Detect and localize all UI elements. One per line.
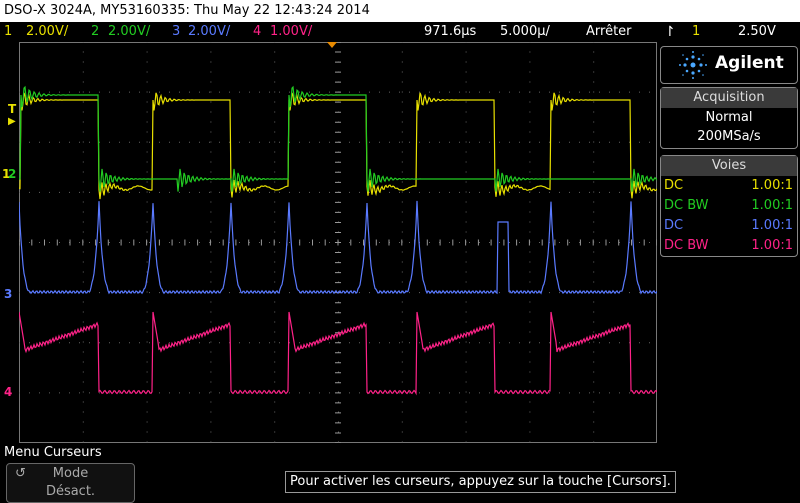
channel-coupling: DC BW [664, 238, 709, 253]
timebase[interactable]: 5.000µ/ [500, 22, 550, 42]
window-title: DSO-X 3024A, MY53160335: Thu May 22 12:4… [0, 0, 800, 22]
brand-logo: Agilent [660, 46, 798, 84]
softkey-value: Désact. [45, 484, 96, 499]
channel-coupling: DC BW [664, 198, 709, 213]
channel-row-3: DC 1.00:1 [661, 216, 797, 236]
ch3-scale[interactable]: 2.00V/ [188, 22, 230, 42]
ch2-ground-marker[interactable]: 2 [8, 168, 16, 180]
acquisition-mode: Normal [705, 110, 753, 125]
trigger-channel[interactable]: 1 [692, 22, 700, 42]
ch3-trace [19, 200, 657, 295]
time-delay[interactable]: 971.6µs [424, 22, 476, 42]
channel-probe: 1.00:1 [751, 218, 793, 233]
channel-coupling: DC [664, 218, 684, 233]
ch2-scale[interactable]: 2.00V/ [108, 22, 150, 42]
ch3-number[interactable]: 3 [172, 22, 180, 42]
waveform-display[interactable] [19, 42, 657, 443]
ch1-number[interactable]: 1 [4, 22, 12, 42]
brand-name: Agilent [715, 53, 784, 73]
sample-rate: 200MSa/s [697, 129, 761, 144]
agilent-spark-icon [679, 51, 707, 79]
trigger-edge-icon: ↾ [664, 24, 676, 40]
channel-probe: 1.00:1 [751, 178, 793, 193]
trigger-level[interactable]: 2.50V [738, 22, 776, 42]
ch3-ground-marker[interactable]: 3 [4, 288, 12, 300]
channels-panel[interactable]: Voies DC 1.00:1 DC BW 1.00:1 DC 1.00:1 D… [660, 155, 798, 257]
channel-row-4: DC BW 1.00:1 [661, 236, 797, 256]
trigger-marker[interactable]: T [8, 103, 16, 115]
ch4-scale[interactable]: 1.00V/ [270, 22, 312, 42]
channel-coupling: DC [664, 178, 684, 193]
ch1-trace [19, 92, 657, 200]
ch4-number[interactable]: 4 [253, 22, 261, 42]
ch4-ground-marker[interactable]: 4 [4, 386, 12, 398]
channels-header: Voies [661, 156, 797, 176]
status-bar: 1 2.00V/ 2 2.00V/ 3 2.00V/ 4 1.00V/ 971.… [0, 22, 800, 42]
ch1-scale[interactable]: 2.00V/ [26, 22, 68, 42]
cursor-mode-softkey[interactable]: ↺ Mode Désact. [6, 463, 135, 503]
ch2-number[interactable]: 2 [91, 22, 99, 42]
trigger-arrow-icon: ▶ [8, 116, 16, 127]
softkey-label: Mode [52, 466, 89, 481]
run-state[interactable]: Arrêter [586, 22, 632, 42]
channel-row-2: DC BW 1.00:1 [661, 196, 797, 216]
channel-probe: 1.00:1 [751, 198, 793, 213]
acquisition-panel[interactable]: Acquisition Normal 200MSa/s [660, 87, 798, 149]
acquisition-header: Acquisition [661, 88, 797, 108]
channel-row-1: DC 1.00:1 [661, 176, 797, 196]
channel-probe: 1.00:1 [751, 238, 793, 253]
trigger-position-marker [327, 42, 337, 48]
softkey-bar: Menu Curseurs ↺ Mode Désact. Pour active… [0, 443, 800, 503]
info-message: Pour activer les curseurs, appuyez sur l… [285, 471, 676, 493]
side-panel: Agilent Acquisition Normal 200MSa/s Voie… [660, 46, 798, 257]
menu-title: Menu Curseurs [4, 445, 102, 460]
